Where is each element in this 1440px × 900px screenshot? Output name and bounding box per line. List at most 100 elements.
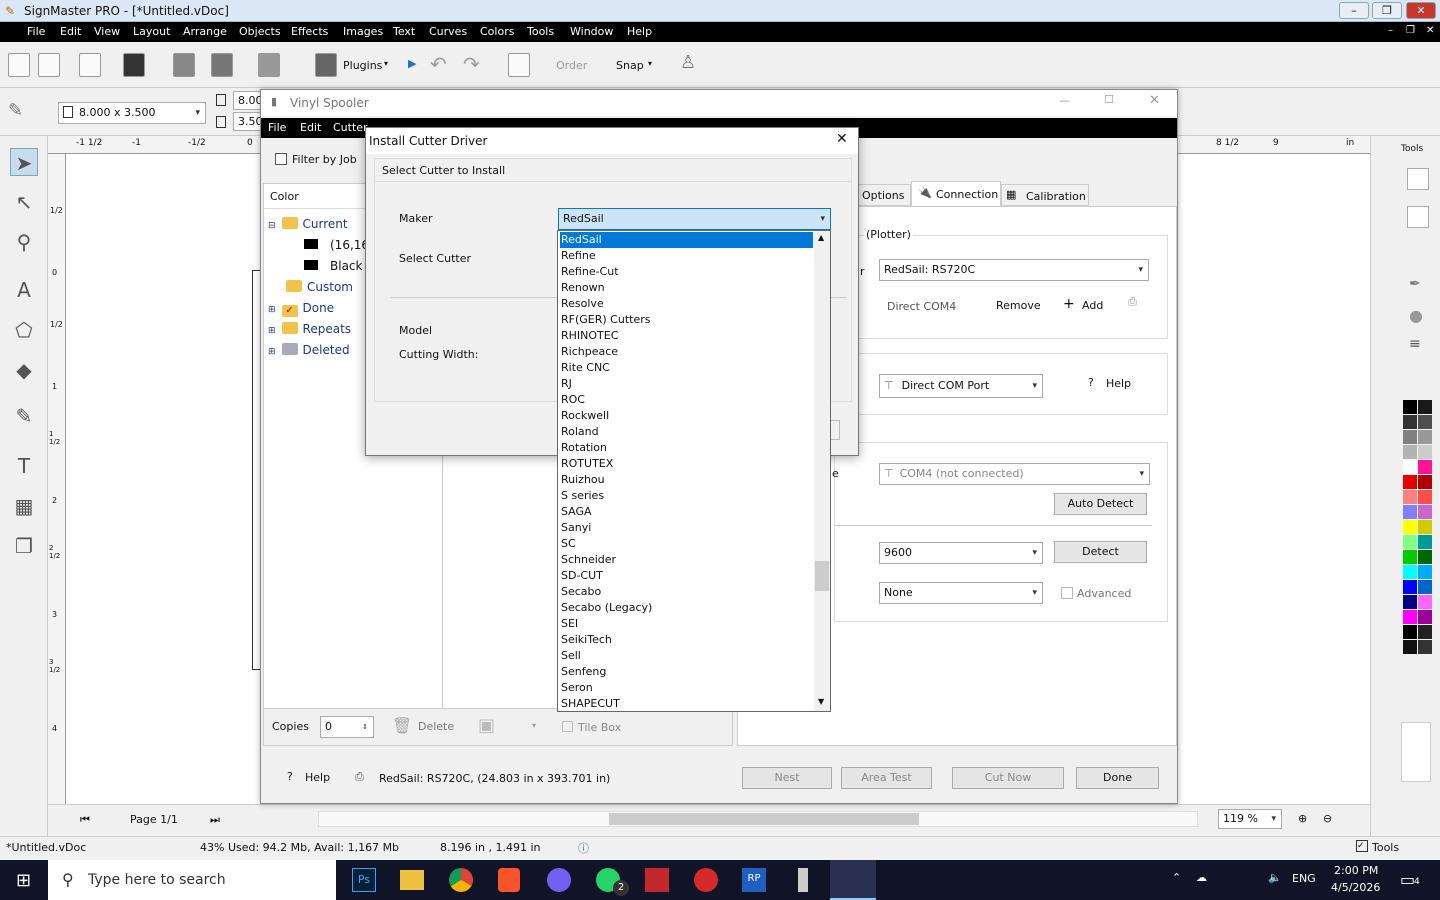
lamp-icon[interactable]: ♙ [680, 52, 696, 73]
color-swatch[interactable] [1418, 400, 1432, 414]
close-button[interactable]: ✕ [836, 131, 848, 147]
filter-checkbox[interactable] [275, 153, 287, 165]
menu-view[interactable]: View [94, 25, 120, 38]
scroll-up-icon[interactable]: ▲ [818, 233, 824, 242]
scroll-down-icon[interactable]: ▼ [818, 697, 824, 706]
height-input[interactable]: 3.500 [233, 112, 270, 131]
maker-option[interactable]: Rotation [560, 440, 813, 456]
output-icon[interactable] [258, 53, 280, 77]
tree-item-repeats[interactable]: ⊞ Repeats [268, 322, 351, 336]
order-button[interactable]: Order [556, 59, 587, 72]
clock-date[interactable]: 4/5/2026 [1331, 881, 1380, 894]
tab-connection[interactable]: 🔌 Connection [911, 181, 1001, 206]
maker-option[interactable]: Refine-Cut [560, 264, 813, 280]
copies-input[interactable]: 0 ⇕ [320, 716, 374, 738]
app-icon[interactable] [645, 868, 669, 892]
network-icon[interactable]: ☁ [1196, 871, 1207, 884]
maker-option[interactable]: SHAPECUT [560, 696, 813, 712]
layers-tool-icon[interactable]: ❐ [10, 532, 38, 560]
maker-option[interactable]: Rockwell [560, 408, 813, 424]
done-button[interactable]: Done [1076, 767, 1159, 789]
tree-item-color-job[interactable]: (16,16, [304, 238, 373, 252]
taskbar-search[interactable]: ⚲ Type here to search [48, 860, 336, 900]
spooler-menu-edit[interactable]: Edit [300, 121, 321, 134]
maker-option[interactable]: ROC [560, 392, 813, 408]
text-tool-icon[interactable]: A [10, 276, 38, 304]
scrollbar-thumb[interactable] [815, 561, 829, 591]
clock-time[interactable]: 2:00 PM [1334, 864, 1378, 877]
image-tool-icon[interactable]: ▦ [10, 492, 38, 520]
print-icon[interactable] [173, 53, 195, 77]
chrome-icon[interactable] [449, 868, 473, 892]
zoom-out-icon[interactable]: ⊖ [1323, 812, 1332, 825]
shape-tool-icon[interactable]: ⬠ [10, 316, 38, 344]
templates-icon[interactable] [38, 53, 60, 77]
close-button[interactable]: ✕ [1406, 2, 1436, 19]
select-tool-icon[interactable] [508, 53, 530, 77]
maker-option[interactable]: SD-CUT [560, 568, 813, 584]
pen-icon[interactable]: ✎ [8, 100, 23, 121]
maker-option[interactable]: Secabo [560, 584, 813, 600]
maker-option[interactable]: Schneider [560, 552, 813, 568]
color-swatch[interactable] [1403, 550, 1417, 564]
undo-icon[interactable]: ↶ [430, 52, 447, 76]
maker-option[interactable]: SeikiTech [560, 632, 813, 648]
doc-restore-button[interactable]: ❐ [1406, 25, 1415, 36]
cut-icon[interactable] [211, 53, 233, 77]
circle-icon[interactable]: ● [1409, 306, 1423, 325]
color-swatch[interactable] [1403, 400, 1417, 414]
menu-layout[interactable]: Layout [133, 25, 170, 38]
color-swatch[interactable] [1403, 445, 1417, 459]
maximize-button[interactable]: ☐ [1104, 93, 1114, 106]
maker-option[interactable]: Resolve [560, 296, 813, 312]
zoom-select[interactable]: 119 % ▾ [1218, 809, 1282, 829]
minimize-button[interactable]: – [1339, 2, 1369, 19]
chevron-down-icon[interactable]: ▾ [532, 721, 536, 730]
color-swatch[interactable] [1418, 520, 1432, 534]
tab-calibration[interactable]: ▦ Calibration [1001, 184, 1089, 206]
color-swatch[interactable] [1403, 505, 1417, 519]
open-icon[interactable] [79, 53, 101, 77]
nest-button[interactable]: Nest [742, 767, 832, 789]
menu-file[interactable]: File [27, 25, 45, 38]
color-swatch[interactable] [1403, 580, 1417, 594]
menu-objects[interactable]: Objects [239, 25, 281, 38]
color-swatch[interactable] [1403, 610, 1417, 624]
cutter-app-icon[interactable] [798, 868, 808, 892]
pen-icon[interactable]: ✒ [1409, 276, 1421, 292]
color-swatch[interactable] [1418, 610, 1432, 624]
size-select[interactable]: 8.000 x 3.500 ▾ [58, 102, 206, 124]
menu-curves[interactable]: Curves [429, 25, 467, 38]
menu-images[interactable]: Images [343, 25, 383, 38]
info-icon[interactable]: ⓘ [578, 840, 589, 856]
maker-option[interactable]: ROTUTEX [560, 456, 813, 472]
filter-by-job[interactable]: Filter by Job [275, 150, 375, 170]
color-swatch[interactable] [1418, 595, 1432, 609]
help-icon[interactable]: ? [287, 770, 293, 783]
new-doc-icon[interactable] [8, 53, 30, 77]
horizontal-scrollbar[interactable] [318, 811, 1198, 827]
maker-option[interactable]: Seron [560, 680, 813, 696]
scrollbar-thumb[interactable] [609, 813, 919, 825]
tool-slot[interactable] [1407, 168, 1429, 190]
menu-colors[interactable]: Colors [480, 25, 514, 38]
spooler-menu-file[interactable]: File [268, 121, 286, 134]
maker-option[interactable]: SAGA [560, 504, 813, 520]
color-swatch[interactable] [1418, 505, 1432, 519]
play-icon[interactable]: ▶ [408, 57, 416, 70]
maker-option[interactable]: Ruizhou [560, 472, 813, 488]
chevron-down-icon[interactable]: ▾ [384, 59, 388, 68]
remove-button[interactable]: Remove [996, 299, 1041, 312]
cut-now-button[interactable]: Cut Now [952, 767, 1064, 789]
tools-tab[interactable]: Tools [1401, 144, 1423, 154]
maker-option[interactable]: RJ [560, 376, 813, 392]
volume-icon[interactable]: 🔈 [1268, 871, 1282, 884]
add-button[interactable]: Add [1082, 299, 1103, 312]
area-test-button[interactable]: Area Test [841, 767, 932, 789]
wps-icon[interactable] [694, 868, 718, 892]
tree-item-custom[interactable]: Custom [286, 280, 353, 294]
maker-option[interactable]: Rite CNC [560, 360, 813, 376]
doc-minimize-button[interactable]: – [1388, 25, 1393, 36]
color-swatch[interactable] [1418, 475, 1432, 489]
port-type-select[interactable]: ⊤ Direct COM Port ▾ [879, 374, 1043, 398]
